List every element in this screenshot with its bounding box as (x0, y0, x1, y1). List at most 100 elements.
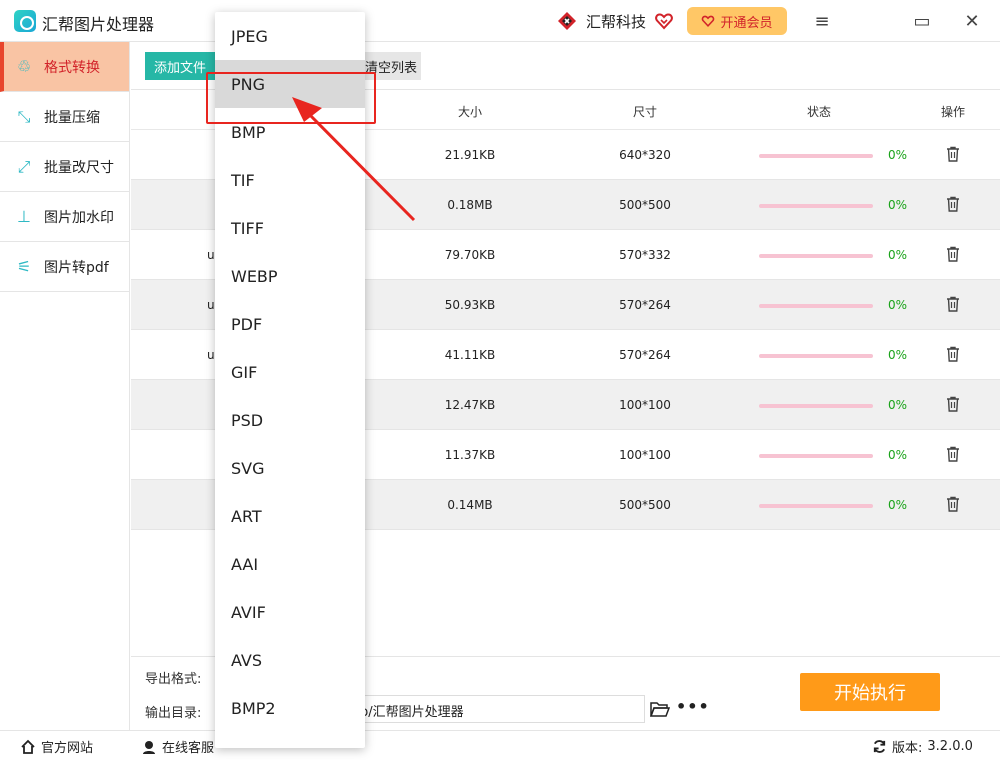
sidebar-item-watermark[interactable]: ⊥ 图片加水印 (0, 192, 129, 242)
close-icon[interactable]: ✕ (960, 9, 984, 33)
progress-percent: 0% (888, 298, 908, 312)
title-bar: 汇帮图片处理器 汇帮科技 开通会员 ≡ ▭ ✕ (0, 0, 1000, 42)
app-title: 汇帮图片处理器 (42, 15, 155, 34)
format-option-gif[interactable]: GIF (215, 348, 365, 396)
file-size: 0.14MB (447, 498, 493, 512)
convert-icon: ♲ (16, 57, 32, 76)
file-name: u (207, 348, 215, 362)
header-size: 大小 (457, 105, 483, 119)
file-dimensions: 100*100 (619, 448, 671, 462)
trash-icon[interactable] (946, 496, 960, 512)
sidebar-item-batch-compress[interactable]: ⤡ 批量压缩 (0, 92, 129, 142)
progress-bar (759, 354, 873, 358)
output-dir-label: 输出目录: (145, 706, 202, 721)
progress-bar (759, 504, 873, 508)
format-option-psd[interactable]: PSD (215, 396, 365, 444)
file-dimensions: 500*500 (619, 498, 671, 512)
file-dimensions: 570*264 (619, 348, 671, 362)
website-link[interactable]: 官方网站 (20, 737, 93, 756)
website-label: 官方网站 (41, 741, 94, 756)
progress-bar (759, 454, 873, 458)
service-label: 在线客服 (162, 741, 215, 756)
progress-percent: 0% (888, 498, 908, 512)
refresh-icon (873, 740, 886, 753)
version-info[interactable]: 版本: 3.2.0.0 (872, 737, 973, 756)
file-dimensions: 100*100 (619, 398, 671, 412)
status-bar: 官方网站 在线客服 版本: 3.2.0.0 (0, 730, 1000, 760)
file-size: 50.93KB (444, 298, 496, 312)
format-option-bmp[interactable]: BMP (215, 108, 365, 156)
file-size: 0.18MB (447, 198, 493, 212)
format-dropdown: JPEG PNG BMP TIF TIFF WEBP PDF GIF PSD SVG ART AAI A… (215, 12, 365, 748)
sidebar-item-format-convert[interactable]: ♲ 格式转换 (0, 42, 129, 92)
app-logo (14, 10, 36, 32)
sidebar-item-label: 图片加水印 (44, 209, 114, 226)
watermark-icon: ⊥ (17, 207, 31, 226)
resize-icon: ⤢ (17, 156, 31, 176)
header-status: 状态 (806, 105, 832, 119)
file-name: u (207, 248, 215, 262)
format-option-art[interactable]: ART (215, 492, 365, 540)
online-service-link[interactable]: 在线客服 (141, 737, 214, 756)
heart-icon[interactable] (654, 11, 674, 31)
format-option-webp[interactable]: WEBP (215, 252, 365, 300)
pdf-icon: ⚟ (16, 257, 32, 276)
format-option-avs[interactable]: AVS (215, 636, 365, 684)
sidebar-item-label: 格式转换 (44, 59, 100, 76)
trash-icon[interactable] (946, 196, 960, 212)
format-option-aai[interactable]: AAI (215, 540, 365, 588)
trash-icon[interactable] (946, 146, 960, 162)
file-dimensions: 570*332 (619, 248, 671, 262)
trash-icon[interactable] (946, 246, 960, 262)
header-actions: 操作 (940, 105, 966, 119)
format-option-avif[interactable]: AVIF (215, 588, 365, 636)
version-label: 版本: (892, 741, 923, 756)
format-option-svg[interactable]: SVG (215, 444, 365, 492)
menu-icon[interactable]: ≡ (810, 9, 834, 33)
format-option-bmp2[interactable]: BMP2 (215, 684, 365, 732)
progress-bar (759, 204, 873, 208)
progress-bar (759, 254, 873, 258)
progress-percent: 0% (888, 398, 908, 412)
progress-bar (759, 154, 873, 158)
trash-icon[interactable] (946, 296, 960, 312)
maximize-icon[interactable]: ▭ (910, 9, 934, 33)
file-size: 11.37KB (444, 448, 496, 462)
format-option-tif[interactable]: TIF (215, 156, 365, 204)
vip-button[interactable]: 开通会员 (687, 7, 787, 35)
trash-icon[interactable] (946, 446, 960, 462)
sidebar-item-label: 批量改尺寸 (44, 159, 114, 176)
trash-icon[interactable] (946, 396, 960, 412)
folder-icon[interactable] (650, 700, 670, 718)
export-format-label: 导出格式: (145, 672, 202, 687)
sidebar-item-image-to-pdf[interactable]: ⚟ 图片转pdf (0, 242, 129, 292)
trash-icon[interactable] (946, 346, 960, 362)
sidebar: ♲ 格式转换 ⤡ 批量压缩 ⤢ 批量改尺寸 ⊥ 图片加水印 ⚟ 图片转pdf (0, 42, 130, 730)
file-size: 21.91KB (444, 148, 496, 162)
file-dimensions: 500*500 (619, 198, 671, 212)
progress-percent: 0% (888, 248, 908, 262)
progress-bar (759, 404, 873, 408)
more-options-icon[interactable]: ••• (676, 697, 710, 716)
output-path-field[interactable]: op/汇帮图片处理器 (341, 695, 645, 723)
version-value: 3.2.0.0 (927, 739, 973, 754)
format-option-tiff[interactable]: TIFF (215, 204, 365, 252)
vip-label: 开通会员 (720, 15, 773, 31)
format-option-jpeg[interactable]: JPEG (215, 12, 365, 60)
sidebar-item-label: 批量压缩 (44, 109, 100, 126)
start-button[interactable]: 开始执行 (800, 673, 940, 711)
clear-list-button[interactable]: 清空列表 (361, 52, 421, 80)
file-dimensions: 640*320 (619, 148, 671, 162)
file-dimensions: 570*264 (619, 298, 671, 312)
format-option-png[interactable]: PNG (215, 60, 365, 108)
format-option-pdf[interactable]: PDF (215, 300, 365, 348)
file-size: 79.70KB (444, 248, 496, 262)
sidebar-item-batch-resize[interactable]: ⤢ 批量改尺寸 (0, 142, 129, 192)
progress-percent: 0% (888, 348, 908, 362)
file-size: 12.47KB (444, 398, 496, 412)
progress-percent: 0% (888, 198, 908, 212)
add-file-button[interactable]: 添加文件 (145, 52, 215, 80)
vip-heart-icon (702, 15, 715, 28)
file-name: u (207, 298, 215, 312)
header-dimensions: 尺寸 (632, 105, 658, 119)
